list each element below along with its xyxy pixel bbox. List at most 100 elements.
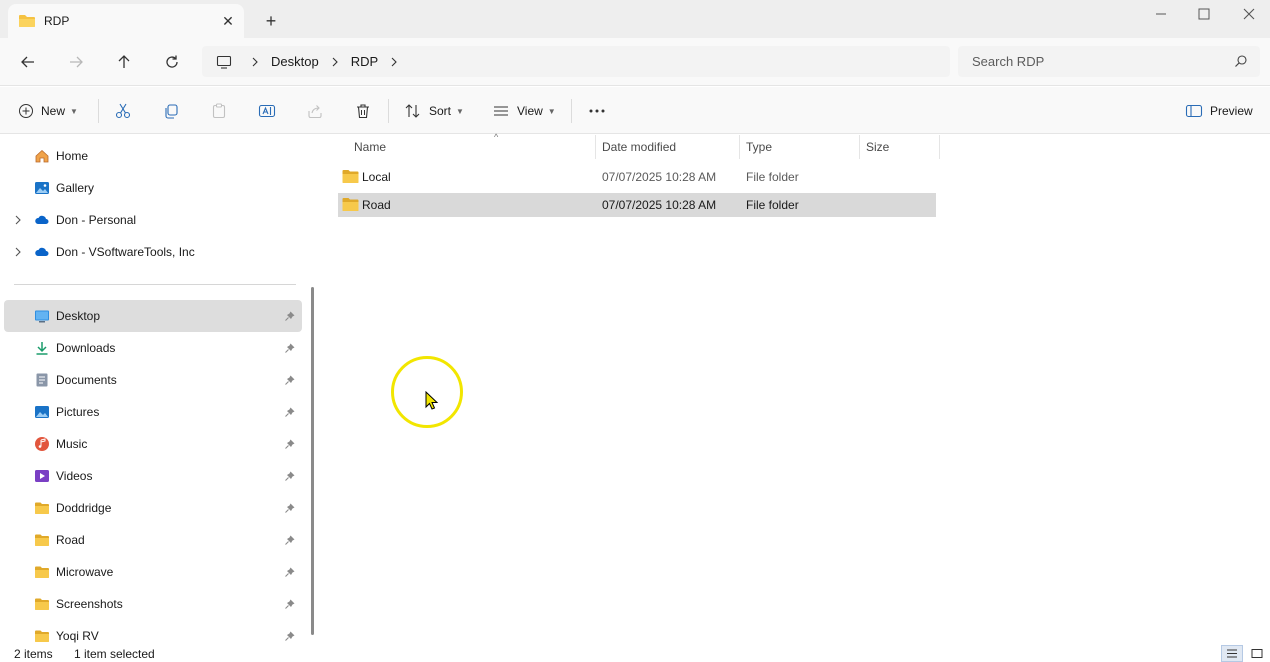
sidebar-item-yoqi-rv[interactable]: Yoqi RV (4, 620, 302, 645)
pin-icon[interactable] (284, 406, 296, 418)
maximize-icon[interactable] (1181, 3, 1227, 25)
table-row[interactable]: Local 07/07/2025 10:28 AM File folder (338, 165, 936, 189)
pin-icon[interactable] (284, 438, 296, 450)
minimize-icon[interactable] (1138, 3, 1184, 25)
table-row[interactable]: Road 07/07/2025 10:28 AM File folder (338, 193, 936, 217)
sidebar-item-road[interactable]: Road (4, 524, 302, 556)
sidebar-item-don-personal[interactable]: Don - Personal (4, 204, 302, 236)
back-arrow-icon[interactable] (16, 50, 40, 74)
sidebar-item-gallery[interactable]: Gallery (4, 172, 302, 204)
rename-button[interactable] (258, 99, 276, 123)
more-options-button[interactable] (587, 99, 607, 123)
chevron-right-icon[interactable] (328, 55, 342, 69)
sidebar-item-microwave[interactable]: Microwave (4, 556, 302, 588)
tiles-view-icon (1251, 649, 1263, 658)
pin-icon[interactable] (284, 470, 296, 482)
folder-icon (19, 15, 35, 27)
chevron-right-icon[interactable] (12, 246, 24, 258)
copy-button[interactable] (162, 99, 180, 123)
divider (98, 99, 99, 123)
sidebar-item-label: Videos (56, 469, 93, 483)
search-input[interactable]: Search RDP (958, 46, 1260, 77)
column-header-type[interactable]: Type (740, 135, 860, 159)
sidebar-item-label: Desktop (56, 309, 101, 323)
pin-icon[interactable] (284, 630, 296, 642)
folder-icon (35, 566, 49, 578)
sidebar-item-label: Downloads (56, 341, 116, 355)
sidebar-item-doddridge[interactable]: Doddridge (4, 492, 302, 524)
folder-icon (35, 534, 49, 546)
pin-icon[interactable] (284, 566, 296, 578)
sidebar-item-downloads[interactable]: Downloads (4, 332, 302, 364)
search-icon (1235, 55, 1247, 67)
pin-icon[interactable] (284, 598, 296, 610)
sort-ascending-icon: ^ (494, 132, 499, 142)
view-list-icon (494, 106, 508, 116)
chevron-right-icon[interactable] (387, 55, 401, 69)
column-header-name[interactable]: Name ^ (348, 132, 596, 159)
details-view-icon (1227, 649, 1237, 658)
file-type: File folder (746, 198, 799, 212)
sidebar-item-label: Documents (56, 373, 117, 387)
column-header-date[interactable]: Date modified (596, 135, 740, 159)
sidebar-divider (14, 284, 296, 285)
gallery-icon (35, 182, 49, 194)
pictures-icon (35, 406, 49, 418)
column-header-size[interactable]: Size (860, 135, 940, 159)
folder-icon (35, 598, 49, 610)
preview-button[interactable]: Preview (1185, 99, 1253, 123)
trash-icon (357, 104, 369, 119)
breadcrumb-rdp[interactable]: RDP (351, 54, 378, 69)
status-bar: 2 items 1 item selected (0, 645, 1270, 662)
address-bar[interactable]: Desktop RDP (202, 46, 950, 77)
file-name: Local (362, 170, 391, 184)
column-label: Date modified (602, 140, 677, 154)
sidebar-item-documents[interactable]: Documents (4, 364, 302, 396)
file-date: 07/07/2025 10:28 AM (602, 198, 717, 212)
pin-icon[interactable] (284, 502, 296, 514)
sidebar-scrollbar[interactable] (311, 287, 314, 635)
column-label: Name (354, 140, 387, 154)
close-tab-icon[interactable]: ✕ (220, 13, 236, 29)
sort-button[interactable]: Sort ▼ (404, 99, 464, 123)
close-window-icon[interactable] (1226, 3, 1270, 25)
pin-icon[interactable] (284, 374, 296, 386)
pin-icon[interactable] (284, 534, 296, 546)
sidebar-item-music[interactable]: Music (4, 428, 302, 460)
sidebar-item-don-vsoftwaretools[interactable]: Don - VSoftwareTools, Inc (4, 236, 302, 268)
breadcrumb-desktop[interactable]: Desktop (271, 54, 319, 69)
new-tab-icon[interactable]: + (262, 11, 280, 31)
pin-icon[interactable] (284, 310, 296, 322)
videos-icon (35, 470, 49, 482)
rename-icon (258, 104, 276, 118)
refresh-icon[interactable] (160, 50, 184, 74)
copy-icon (165, 104, 178, 119)
computer-icon (216, 55, 232, 69)
preview-pane-icon (1185, 104, 1203, 118)
view-label: View (517, 104, 543, 118)
details-view-button[interactable] (1221, 645, 1243, 662)
forward-arrow-icon[interactable] (64, 50, 88, 74)
share-button[interactable] (306, 99, 324, 123)
cut-button[interactable] (114, 99, 132, 123)
chevron-right-icon[interactable] (12, 214, 24, 226)
sidebar-item-videos[interactable]: Videos (4, 460, 302, 492)
sidebar-item-label: Gallery (56, 181, 95, 195)
sidebar-item-desktop[interactable]: Desktop (4, 300, 302, 332)
pin-icon[interactable] (284, 342, 296, 354)
tiles-view-button[interactable] (1246, 645, 1268, 662)
sidebar-item-pictures[interactable]: Pictures (4, 396, 302, 428)
tab-rdp[interactable]: RDP ✕ (8, 4, 244, 38)
sidebar-item-home[interactable]: Home (4, 140, 302, 172)
view-button[interactable]: View ▼ (492, 99, 556, 123)
up-arrow-icon[interactable] (112, 50, 136, 74)
chevron-right-icon[interactable] (248, 55, 262, 69)
command-bar: New ▼ Sort ▼ View ▼ Preview (0, 87, 1270, 134)
new-button[interactable]: New ▼ (18, 99, 78, 123)
chevron-down-icon: ▼ (547, 106, 556, 116)
delete-button[interactable] (354, 99, 372, 123)
paste-button[interactable] (210, 99, 228, 123)
sidebar-item-label: Pictures (56, 405, 100, 419)
sidebar-item-screenshots[interactable]: Screenshots (4, 588, 302, 620)
music-icon (35, 437, 49, 451)
